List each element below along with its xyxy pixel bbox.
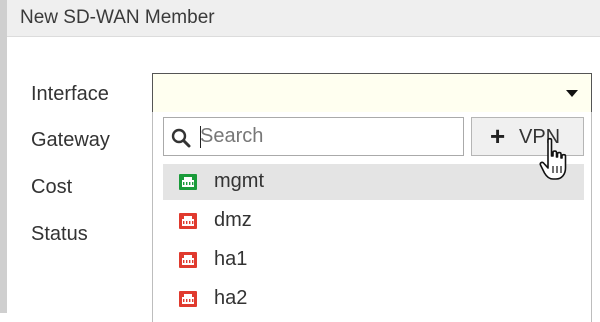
text-caret (200, 126, 201, 148)
ethernet-port-icon (179, 252, 197, 268)
ethernet-port-icon (179, 213, 197, 229)
hand-pointer-icon (539, 137, 567, 180)
plus-icon: + (490, 121, 506, 151)
ethernet-port-icon (179, 174, 197, 190)
search-input[interactable] (200, 123, 450, 150)
chevron-down-icon[interactable] (566, 90, 578, 97)
ethernet-port-icon (179, 291, 197, 307)
window-edge (0, 0, 7, 313)
dialog-titlebar: New SD-WAN Member (7, 0, 600, 37)
interface-select[interactable] (152, 73, 592, 113)
search-icon (171, 128, 191, 148)
option-label: ha1 (214, 248, 248, 270)
interface-option-dmz[interactable]: dmz (163, 203, 584, 239)
interface-option-ha2[interactable]: ha2 (163, 281, 584, 317)
dialog-title: New SD-WAN Member (20, 7, 215, 28)
cost-label: Cost (31, 176, 73, 198)
interface-option-ha1[interactable]: ha1 (163, 242, 584, 278)
option-label: ha2 (214, 287, 248, 309)
interface-label: Interface (31, 83, 109, 105)
status-label: Status (31, 223, 88, 245)
gateway-label: Gateway (31, 129, 110, 151)
search-field[interactable] (163, 117, 464, 156)
option-label: dmz (214, 209, 252, 231)
interface-dropdown: + VPN mgmt dmz (152, 112, 592, 322)
interface-option-mgmt[interactable]: mgmt (163, 164, 584, 200)
option-label: mgmt (214, 170, 264, 192)
